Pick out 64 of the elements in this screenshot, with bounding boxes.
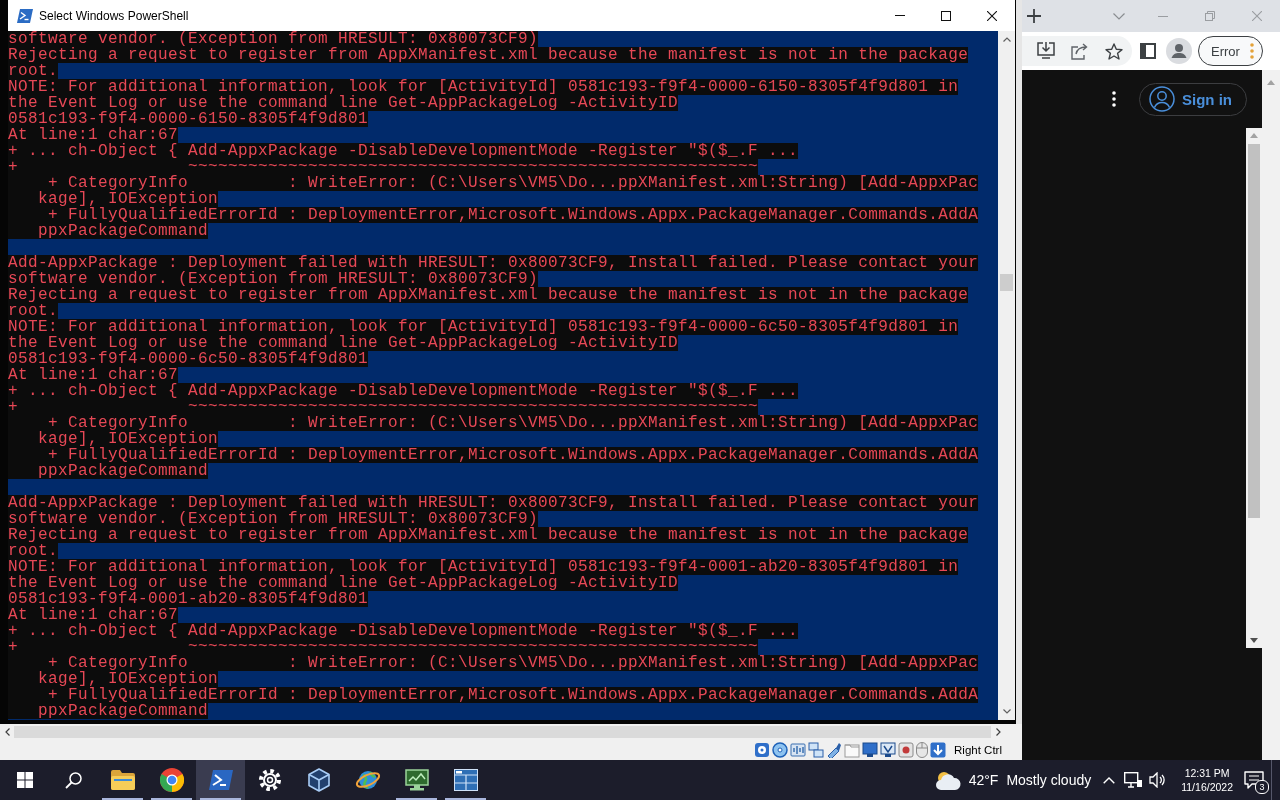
window-tile-icon	[453, 769, 478, 791]
notifications-button[interactable]: 3	[1237, 760, 1271, 800]
avatar-icon	[1166, 38, 1192, 64]
restore-icon	[1204, 11, 1215, 21]
profile-error-button[interactable]: Error	[1198, 36, 1263, 66]
download-icon	[1037, 42, 1055, 60]
folder-icon	[110, 770, 135, 790]
network-icon	[1124, 772, 1143, 788]
taskbar-button[interactable]	[196, 760, 245, 800]
share-icon	[1071, 42, 1089, 60]
scrollbar[interactable]	[1262, 70, 1280, 760]
triangle-down-icon[interactable]	[1250, 638, 1258, 643]
chevron-up-icon	[1103, 776, 1116, 784]
chevron-left-icon	[4, 728, 10, 736]
mouse-icon[interactable]	[916, 742, 929, 758]
cloud-icon	[934, 770, 961, 790]
monitor-icon	[404, 769, 429, 791]
record-icon[interactable]	[898, 742, 915, 758]
chevron-right-icon	[995, 728, 1001, 736]
network-icon[interactable]	[808, 742, 825, 758]
notification-count: 3	[1255, 780, 1269, 794]
person-circle-icon	[1149, 86, 1175, 112]
maximize-icon	[941, 10, 951, 21]
audio-icon[interactable]	[790, 742, 807, 758]
weather-button[interactable]: 42°F Mostly cloudy	[928, 760, 1098, 800]
minimize-icon	[895, 15, 905, 16]
message-icon	[1244, 771, 1264, 789]
more-icon	[1249, 43, 1254, 59]
error-label: Error	[1211, 43, 1240, 59]
display-icon[interactable]	[862, 742, 879, 758]
host-key-label: Right Ctrl	[954, 744, 1002, 756]
pencil-icon[interactable]	[826, 742, 843, 758]
chevron-down-icon	[1002, 709, 1011, 714]
window-title: Select Windows PowerShell	[39, 8, 189, 23]
monitor-chevron-icon[interactable]	[880, 742, 897, 758]
clock-button[interactable]: 12:31 PM 11/16/2022	[1177, 760, 1237, 800]
side-panel-icon	[1140, 43, 1156, 59]
browser-icon	[159, 768, 184, 792]
minimize-icon	[1157, 15, 1168, 17]
scrollbar[interactable]	[998, 31, 1015, 720]
chevron-up-icon	[1002, 37, 1011, 42]
gear-icon	[258, 769, 281, 791]
profile-button[interactable]	[1166, 38, 1192, 64]
speaker-icon	[1149, 772, 1166, 788]
scrollbar-thumb[interactable]	[1000, 274, 1013, 291]
search-icon	[65, 771, 82, 789]
windows-logo-icon	[16, 772, 33, 788]
disc-icon[interactable]	[772, 742, 789, 758]
chevron-down-icon	[1113, 12, 1125, 20]
scrollbar[interactable]	[1246, 128, 1262, 648]
plus-icon	[1027, 9, 1041, 23]
more-icon	[1112, 91, 1116, 107]
address-bar[interactable]	[1022, 36, 1132, 66]
close-icon	[1251, 11, 1262, 21]
sign-in-button[interactable]: Sign in	[1139, 82, 1247, 116]
down-arrow-icon[interactable]	[930, 742, 947, 758]
close-icon	[987, 10, 997, 21]
scrollbar-thumb[interactable]	[1248, 144, 1260, 518]
globe-icon	[354, 769, 381, 791]
scrollbar[interactable]	[0, 724, 1022, 740]
terminal-icon	[17, 8, 33, 23]
cube-icon	[307, 768, 330, 792]
terminal-icon	[208, 770, 233, 790]
star-icon	[1105, 42, 1123, 60]
